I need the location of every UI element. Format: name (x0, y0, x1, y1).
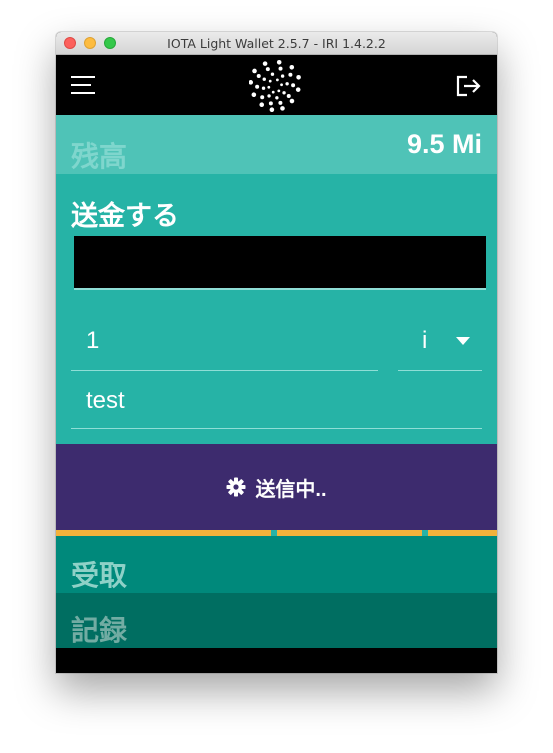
bottom-bar (56, 648, 497, 672)
balance-value: 9.5 Mi (406, 129, 482, 159)
logout-icon[interactable] (456, 75, 482, 97)
title-bar: IOTA Light Wallet 2.5.7 - IRI 1.4.2.2 (56, 32, 497, 55)
iota-logo (249, 60, 301, 112)
gear-icon (226, 477, 246, 497)
app-window: IOTA Light Wallet 2.5.7 - IRI 1.4.2.2 残高… (56, 32, 497, 673)
send-button-label: 送信中.. (255, 478, 327, 501)
history-label: 記録 (71, 615, 128, 646)
send-section: 送金する 1 i test (56, 174, 497, 444)
zoom-window-button[interactable] (104, 37, 116, 49)
window-title: IOTA Light Wallet 2.5.7 - IRI 1.4.2.2 (167, 35, 386, 51)
amount-value: 1 (86, 327, 100, 354)
top-bar (56, 55, 497, 115)
send-button[interactable]: 送信中.. (56, 444, 497, 530)
tag-field[interactable]: test (71, 374, 482, 429)
minimize-window-button[interactable] (84, 37, 96, 49)
chevron-down-icon (456, 337, 470, 345)
close-window-button[interactable] (64, 37, 76, 49)
receive-section[interactable]: 受取 (56, 536, 497, 593)
address-input[interactable] (74, 236, 486, 290)
amount-field[interactable]: 1 (71, 314, 378, 371)
unit-select[interactable]: i (398, 314, 482, 371)
receive-label: 受取 (71, 560, 128, 591)
balance-label: 残高 (71, 141, 128, 172)
history-section[interactable]: 記録 (56, 593, 497, 648)
tag-value: test (86, 387, 125, 414)
send-title: 送金する (71, 201, 179, 231)
unit-value: i (422, 327, 428, 354)
balance-section: 残高 9.5 Mi (56, 115, 497, 174)
window-controls (64, 37, 116, 49)
hamburger-menu-icon[interactable] (71, 76, 95, 94)
